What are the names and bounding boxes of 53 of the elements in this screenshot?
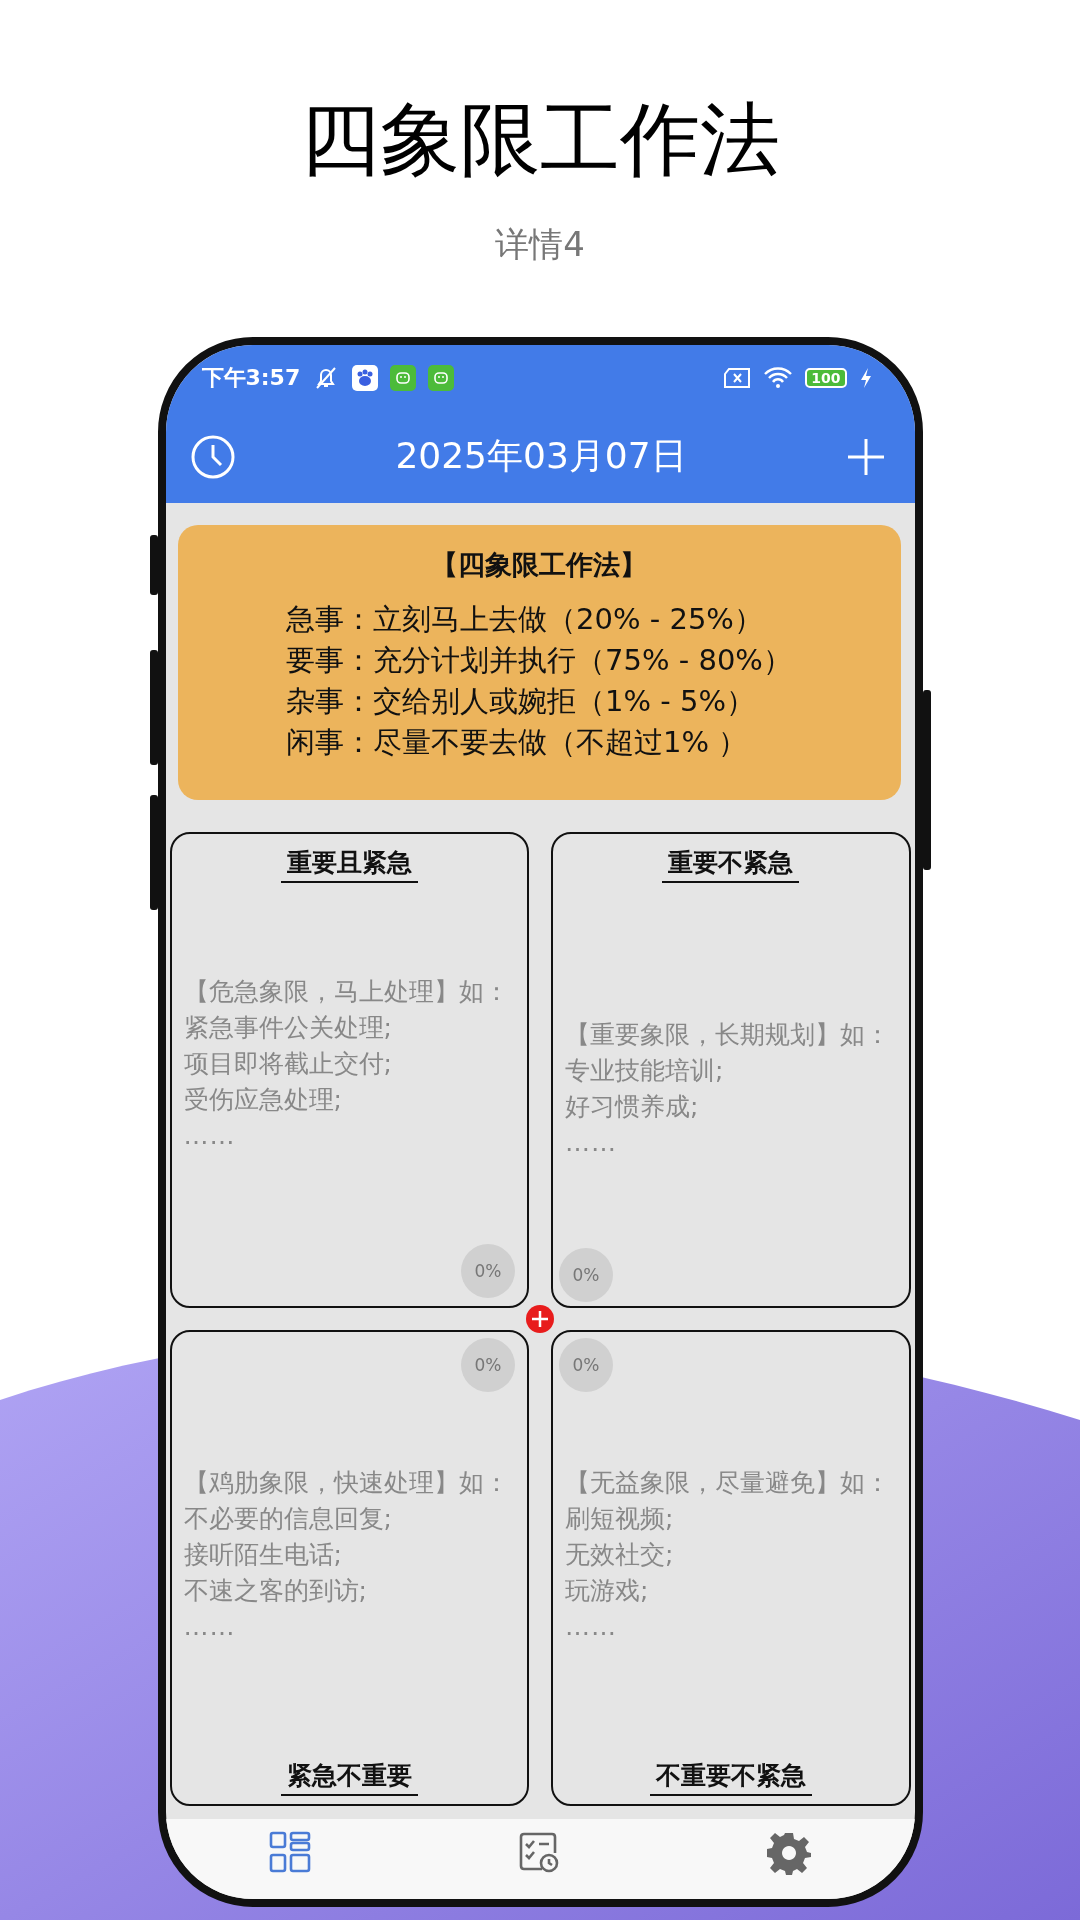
clock-icon[interactable] xyxy=(189,433,236,480)
example-item: 不速之客的到访; xyxy=(183,1574,368,1607)
quadrant-title: 紧急不重要 xyxy=(280,1759,418,1796)
example-item: 项目即将截止交付; xyxy=(183,1047,393,1080)
quadrant-intro: 【鸡肋象限，快速处理】如： xyxy=(183,1466,510,1499)
method-line: 杂事：交给别人或婉拒（1% - 5%） xyxy=(286,683,756,720)
method-line: 要事：充分计划并执行（75% - 80%） xyxy=(286,642,792,679)
status-time: 下午3:57 xyxy=(201,363,301,392)
example-item: 刷短视频; xyxy=(565,1502,675,1535)
battery-indicator: 100 xyxy=(805,367,847,388)
example-item: 接听陌生电话; xyxy=(183,1538,343,1571)
progress-badge: 0% xyxy=(461,1244,515,1298)
quadrant-card[interactable]: 【鸡肋象限，快速处理】如： 不必要的信息回复; 接听陌生电话; 不速之客的到访; …… 紧急不重要 0% xyxy=(169,1330,529,1806)
quadrant-intro: 【无益象限，尽量避免】如： xyxy=(565,1466,891,1499)
checklist-clock-icon[interactable] xyxy=(518,1831,560,1873)
page-subtitle: 详情4 xyxy=(495,223,585,265)
settings-icon[interactable] xyxy=(767,1831,811,1875)
example-item: 无效社交; xyxy=(565,1538,675,1571)
quadrant-card[interactable]: 重要且紧急 【危急象限，马上处理】如： 紧急事件公关处理; 项目即将截止交付; 受伤应急处理; …… 0% xyxy=(169,832,529,1308)
method-line: 闲事：尽量不要去做（不超过1% ） xyxy=(286,724,749,761)
ellipsis-text: …… xyxy=(183,1119,237,1152)
charging-icon xyxy=(858,366,873,389)
quadrant-title: 重要且紧急 xyxy=(280,846,418,883)
quadrant-card[interactable]: 【无益象限，尽量避免】如： 刷短视频; 无效社交; 玩游戏; …… 不重要不紧急 0% xyxy=(551,1330,911,1806)
page-title: 四象限工作法 xyxy=(300,95,780,185)
quadrant-intro: 【重要象限，长期规划】如： xyxy=(565,1018,891,1051)
progress-badge: 0% xyxy=(559,1338,613,1392)
wifi-icon xyxy=(763,365,794,390)
grid-icon[interactable] xyxy=(269,1831,311,1873)
example-item: 不必要的信息回复; xyxy=(183,1502,393,1535)
quadrant-card[interactable]: 重要不紧急 【重要象限，长期规划】如： 专业技能培训; 好习惯养成; …… 0% xyxy=(551,832,911,1308)
add-icon[interactable] xyxy=(846,436,887,477)
app-icon xyxy=(428,364,455,391)
app-icon xyxy=(390,364,417,391)
ellipsis-text: …… xyxy=(183,1610,237,1643)
date-title: 2025年03月07日 xyxy=(395,434,687,478)
example-item: 玩游戏; xyxy=(565,1574,650,1607)
sim-off-icon xyxy=(723,366,752,389)
add-button[interactable] xyxy=(525,1304,555,1334)
example-item: 专业技能培训; xyxy=(565,1054,725,1087)
paw-app-icon xyxy=(352,364,379,391)
ellipsis-text: …… xyxy=(565,1610,618,1643)
ellipsis-text: …… xyxy=(565,1126,618,1159)
example-item: 好习惯养成; xyxy=(565,1090,700,1123)
card-title: 【四象限工作法】 xyxy=(431,548,647,582)
example-item: 受伤应急处理; xyxy=(183,1083,343,1116)
quadrant-title: 重要不紧急 xyxy=(662,846,800,883)
quadrant-intro: 【危急象限，马上处理】如： xyxy=(183,975,510,1008)
progress-badge: 0% xyxy=(559,1248,613,1302)
progress-badge: 0% xyxy=(461,1338,515,1392)
example-item: 紧急事件公关处理; xyxy=(183,1011,393,1044)
quadrant-title: 不重要不紧急 xyxy=(649,1759,812,1796)
method-line: 急事：立刻马上去做（20% - 25%） xyxy=(286,601,764,638)
